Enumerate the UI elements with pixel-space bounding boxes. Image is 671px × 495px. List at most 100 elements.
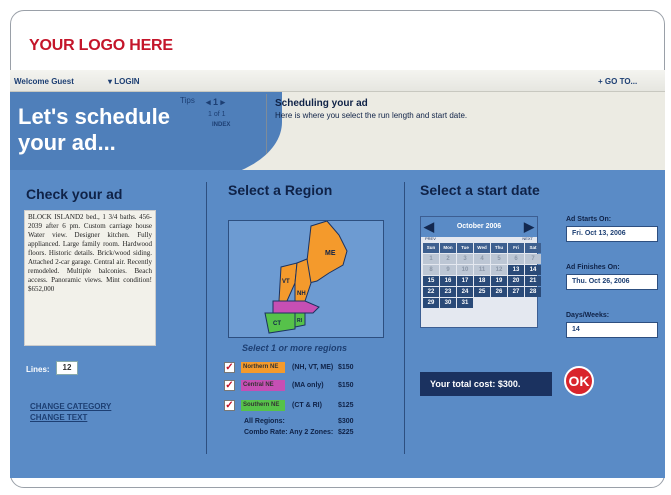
calendar-day[interactable]: 22 (423, 287, 439, 297)
change-text-link[interactable]: CHANGE TEXT (30, 413, 87, 422)
change-category-link[interactable]: CHANGE CATEGORY (30, 402, 111, 411)
ad-finishes-label: Ad Finishes On: (566, 264, 620, 271)
calendar-day[interactable]: 28 (525, 287, 541, 297)
calendar-day: 7 (525, 254, 541, 264)
region-chip-central: Central NE (241, 380, 285, 391)
calendar-day[interactable]: 26 (491, 287, 507, 297)
calendar-day: 11 (474, 265, 490, 275)
calendar-day[interactable]: 25 (474, 287, 490, 297)
calendar-weekday: Fri (508, 243, 524, 253)
calendar-day[interactable]: 31 (457, 298, 473, 308)
all-regions-price: $300 (338, 418, 354, 425)
calendar-day[interactable]: 21 (525, 276, 541, 286)
calendar-day[interactable]: 20 (508, 276, 524, 286)
calendar-day: 6 (508, 254, 524, 264)
total-cost-box: Your total cost: $300. (420, 372, 552, 396)
region-checkbox-central[interactable]: ✓ (224, 380, 235, 391)
region-hint: Select 1 or more regions (242, 343, 348, 353)
map-region-massachusetts[interactable] (272, 300, 320, 314)
calendar-weekday: Tue (457, 243, 473, 253)
region-checkbox-northern[interactable]: ✓ (224, 362, 235, 373)
calendar: October 2006 ◀ ▶ PREV NEXT Sun Mon Tue Wed T… (420, 216, 541, 328)
region-row-northern: ✓ Northern NE (NH, VT, ME) $150 (224, 362, 374, 374)
calendar-day: 9 (440, 265, 456, 275)
tips-label: Tips (180, 96, 195, 105)
combo-rate-price: $225 (338, 429, 354, 436)
calendar-day: 2 (440, 254, 456, 264)
region-checkbox-southern[interactable]: ✓ (224, 400, 235, 411)
ad-starts-label: Ad Starts On: (566, 216, 612, 223)
calendar-day: 1 (423, 254, 439, 264)
start-date-title: Select a start date (420, 182, 540, 198)
region-map[interactable]: ME VT NH CT RI (228, 220, 384, 338)
tips-pager-nav[interactable]: ◂ 1 ▸ (206, 97, 225, 108)
welcome-text: Welcome Guest (14, 77, 74, 86)
combo-rate-label: Combo Rate: Any 2 Zones: (244, 429, 334, 436)
goto-menu[interactable]: + GO TO... (598, 77, 637, 86)
lines-count: 12 (56, 361, 78, 375)
calendar-day[interactable]: 27 (508, 287, 524, 297)
calendar-month: October 2006 (421, 217, 537, 237)
calendar-grid: Sun Mon Tue Wed Thu Fri Sat 1 2 3 4 5 6 7 8 9 10 11 12 13 14… (423, 243, 541, 308)
calendar-day[interactable]: 29 (423, 298, 439, 308)
calendar-day[interactable]: 13 (508, 265, 524, 275)
login-link[interactable]: ▾ LOGIN (108, 77, 140, 86)
total-cost-value: $300. (497, 379, 521, 389)
calendar-day[interactable]: 30 (440, 298, 456, 308)
logo: YOUR LOGO HERE (29, 37, 173, 54)
login-label: LOGIN (114, 77, 140, 86)
ok-button[interactable]: OK (564, 366, 594, 396)
days-weeks-field[interactable]: 14 (566, 322, 658, 338)
calendar-weekday: Sun (423, 243, 439, 253)
calendar-day[interactable]: 16 (440, 276, 456, 286)
calendar-day: 8 (423, 265, 439, 275)
calendar-day[interactable]: 14 (525, 265, 541, 275)
calendar-prev-icon[interactable]: ◀ (424, 219, 434, 235)
map-label-ri: RI (297, 318, 303, 324)
days-weeks-label: Days/Weeks: (566, 312, 610, 319)
calendar-prev-label: PREV (425, 236, 436, 241)
map-label-me: ME (325, 250, 336, 257)
calendar-weekday: Thu (491, 243, 507, 253)
new-england-map: ME VT NH CT RI (264, 220, 348, 334)
ad-starts-field[interactable]: Fri. Oct 13, 2006 (566, 226, 658, 242)
goto-label: GO TO... (604, 77, 638, 86)
ad-finishes-field[interactable]: Thu. Oct 26, 2006 (566, 274, 658, 290)
calendar-day[interactable]: 24 (457, 287, 473, 297)
column-divider (404, 182, 405, 454)
calendar-next-icon[interactable]: ▶ (524, 219, 534, 235)
calendar-day: 4 (474, 254, 490, 264)
all-regions-label: All Regions: (244, 418, 285, 425)
calendar-next-label: NEXT (522, 236, 533, 241)
region-row-central: ✓ Central NE (MA only) $150 (224, 380, 374, 392)
calendar-day[interactable]: 23 (440, 287, 456, 297)
calendar-day[interactable]: 19 (491, 276, 507, 286)
tip-text: Here is where you select the run length … (275, 111, 468, 120)
region-price: $125 (338, 402, 354, 409)
region-price: $150 (338, 364, 354, 371)
calendar-day: 5 (491, 254, 507, 264)
region-scope: (NH, VT, ME) (292, 364, 334, 371)
map-label-nh: NH (297, 291, 306, 297)
calendar-day[interactable]: 15 (423, 276, 439, 286)
total-cost-label: Your total cost: (430, 379, 496, 389)
region-scope: (MA only) (292, 382, 324, 389)
calendar-day[interactable]: 18 (474, 276, 490, 286)
ad-preview-text: BLOCK ISLAND2 bed., 1 3/4 baths. 456-203… (24, 210, 156, 346)
calendar-day: 3 (457, 254, 473, 264)
column-divider (206, 182, 207, 454)
region-chip-southern: Southern NE (241, 400, 285, 411)
top-bar: Welcome Guest ▾ LOGIN + GO TO... (10, 70, 665, 92)
region-title: Select a Region (228, 182, 333, 198)
map-label-vt: VT (282, 279, 290, 285)
map-label-ct: CT (273, 321, 281, 327)
tips-page-count: 1 of 1 (208, 111, 226, 118)
region-row-southern: ✓ Southern NE (CT & RI) $125 (224, 400, 374, 412)
region-chip-northern: Northern NE (241, 362, 285, 373)
lines-label: Lines: (26, 365, 50, 374)
calendar-weekday: Mon (440, 243, 456, 253)
tips-index-link[interactable]: INDEX (212, 122, 230, 128)
tip-panel: Scheduling your ad Here is where you sel… (266, 94, 661, 154)
calendar-weekday: Wed (474, 243, 490, 253)
calendar-day[interactable]: 17 (457, 276, 473, 286)
